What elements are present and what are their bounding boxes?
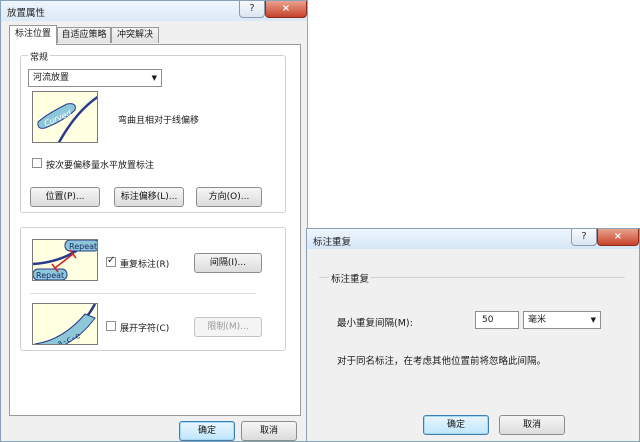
- min-interval-input[interactable]: 50: [475, 311, 519, 329]
- curved-description: 弯曲且相对于线偏移: [118, 116, 200, 126]
- repeat-sample-text-top: Repeat: [69, 242, 97, 251]
- tab-label-position[interactable]: 标注位置: [9, 25, 57, 45]
- interval-button[interactable]: 间隔(I)...: [194, 253, 262, 273]
- min-interval-label: 最小重复间隔(M):: [337, 318, 413, 329]
- repeat-sample-text-bottom: Repeat: [36, 271, 64, 280]
- group-title: 标注重复: [329, 271, 372, 285]
- spread-preview-graphic: S-p-a-c-e: [34, 304, 97, 344]
- spread-chars-checkbox[interactable]: [106, 321, 116, 331]
- placement-select-value: 河流放置: [33, 73, 70, 83]
- curved-preview-graphic: Curved: [37, 95, 97, 142]
- placement-properties-dialog: 放置属性 ? × 标注位置 自适应策略 冲突解决 常规 河流放置 ▼ Curve…: [0, 0, 308, 442]
- divider: [30, 293, 256, 294]
- chevron-down-icon: ▼: [590, 316, 596, 324]
- general-group-title: 常规: [28, 50, 51, 63]
- repeat-label-label: 重复标注(R): [120, 260, 170, 270]
- tab-adaptive-strategy[interactable]: 自适应策略: [57, 27, 111, 43]
- horizontal-offset-checkbox[interactable]: [32, 158, 42, 168]
- title-bar[interactable]: 放置属性 ? ×: [1, 1, 307, 21]
- unit-select-value: 毫米: [528, 315, 547, 325]
- label-offset-button[interactable]: 标注偏移(L)...: [114, 187, 184, 207]
- close-button[interactable]: ×: [597, 229, 639, 246]
- direction-button[interactable]: 方向(O)...: [196, 187, 262, 207]
- interval-note: 对于同名标注，在考虑其他位置前将忽略此间隔。: [337, 356, 547, 367]
- limit-button[interactable]: 限制(M)...: [194, 317, 262, 337]
- cancel-button[interactable]: 取消: [499, 415, 565, 435]
- tab-panel: 常规 河流放置 ▼ Curved 弯曲且相对于线偏移 按次要偏移量水平放置标注 …: [9, 44, 301, 416]
- repeat-label-checkbox[interactable]: [106, 255, 116, 267]
- placement-select[interactable]: 河流放置 ▼: [28, 69, 162, 87]
- position-button[interactable]: 位置(P)...: [30, 187, 100, 207]
- ok-button[interactable]: 确定: [179, 421, 235, 441]
- cancel-button[interactable]: 取消: [241, 421, 297, 441]
- dialog-body: 标注重复 最小重复间隔(M): 50 毫米 ▼ 对于同名标注，在考虑其他位置前将…: [315, 253, 631, 401]
- title-bar[interactable]: 标注重复 ? ×: [307, 229, 639, 249]
- repeat-preview: Repeat Repeat: [32, 239, 98, 281]
- ok-button[interactable]: 确定: [423, 415, 489, 435]
- spread-chars-label: 展开字符(C): [120, 324, 170, 334]
- curved-preview: Curved: [32, 91, 98, 143]
- unit-select[interactable]: 毫米 ▼: [523, 311, 601, 329]
- tab-conflict-resolution[interactable]: 冲突解决: [111, 27, 159, 43]
- spread-preview: S-p-a-c-e: [32, 303, 98, 345]
- label-repeat-dialog: 标注重复 ? × 标注重复 最小重复间隔(M): 50 毫米 ▼ 对于同名标注，…: [306, 228, 640, 442]
- close-button[interactable]: ×: [265, 1, 307, 18]
- dialog-title: 标注重复: [313, 237, 352, 248]
- help-button[interactable]: ?: [239, 1, 265, 18]
- dialog-title: 放置属性: [7, 8, 46, 19]
- horizontal-offset-label: 按次要偏移量水平放置标注: [46, 161, 155, 171]
- help-button[interactable]: ?: [571, 229, 597, 246]
- repeat-preview-graphic: Repeat Repeat: [33, 240, 97, 280]
- chevron-down-icon: ▼: [151, 74, 157, 82]
